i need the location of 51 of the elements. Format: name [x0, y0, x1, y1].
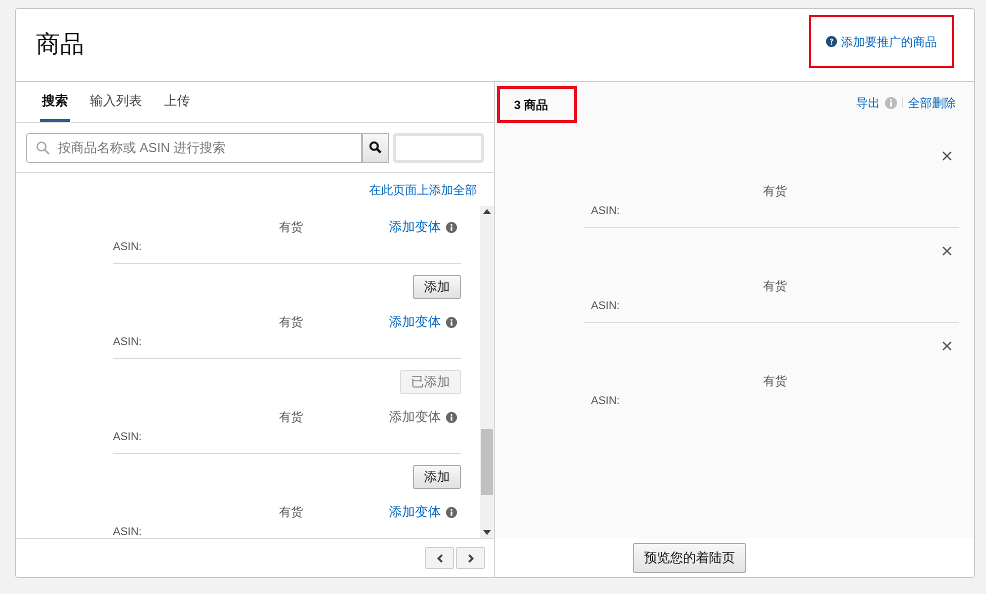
scrollbar[interactable] [480, 206, 494, 538]
scroll-up-icon[interactable] [483, 209, 491, 214]
asin-label: ASIN: [113, 240, 142, 255]
add-variants-link[interactable]: 添加变体 [389, 502, 441, 522]
page-title: 商品 [36, 30, 84, 60]
scrollbar-thumb[interactable] [481, 429, 493, 495]
tab[interactable]: 搜索 [40, 82, 70, 122]
delete-all-link[interactable]: 全部删除 [908, 94, 956, 112]
previous-page-button[interactable] [425, 547, 454, 569]
availability-text: 有货 [279, 409, 303, 426]
asin-label: ASIN: [113, 334, 142, 350]
add-products-link[interactable]: 添加要推广的商品 [809, 15, 954, 68]
asin-label: ASIN: [113, 430, 142, 445]
product-count: 3 商品 [497, 86, 577, 123]
close-icon[interactable] [942, 246, 952, 256]
availability-text: 有货 [763, 278, 787, 295]
info-icon [446, 316, 457, 328]
availability-text: 有货 [279, 314, 303, 331]
search-button[interactable] [362, 132, 389, 162]
info-icon [885, 96, 897, 108]
close-icon[interactable] [942, 151, 952, 161]
availability-text: 有货 [279, 504, 303, 521]
tab[interactable]: 输入列表 [88, 82, 144, 122]
info-icon [446, 506, 457, 518]
add-variants-link[interactable]: 添加变体 [389, 407, 441, 427]
info-icon [446, 222, 457, 232]
availability-text: 有货 [763, 183, 787, 200]
search-icon [369, 141, 382, 154]
chevron-right-icon [468, 554, 474, 562]
add-all-link[interactable]: 在此页面上添加全部 [369, 180, 477, 198]
add-button[interactable]: 添加 [413, 465, 461, 489]
search-icon [36, 140, 50, 154]
availability-text: 有货 [279, 219, 303, 236]
add-button[interactable]: 添加 [413, 275, 461, 299]
scroll-down-icon[interactable] [483, 530, 491, 535]
asin-label: ASIN: [591, 204, 620, 219]
tab[interactable]: 上传 [162, 82, 192, 122]
preview-landing-page-button[interactable]: 预览您的着陆页 [633, 542, 746, 572]
asin-label: ASIN: [591, 394, 620, 409]
asin-label: ASIN: [591, 298, 620, 314]
asin-label: ASIN: [113, 524, 142, 538]
add-variants-link[interactable]: 添加变体 [389, 217, 441, 237]
search-field[interactable]: 按商品名称或 ASIN 进行搜索 [26, 132, 362, 162]
add-variants-link[interactable]: 添加变体 [389, 312, 441, 332]
availability-text: 有货 [763, 373, 787, 390]
close-icon[interactable] [942, 341, 952, 351]
help-icon [826, 36, 837, 47]
info-icon [446, 412, 457, 422]
export-link[interactable]: 导出 [856, 94, 880, 112]
next-page-button[interactable] [456, 547, 485, 569]
chevron-left-icon [436, 554, 442, 562]
